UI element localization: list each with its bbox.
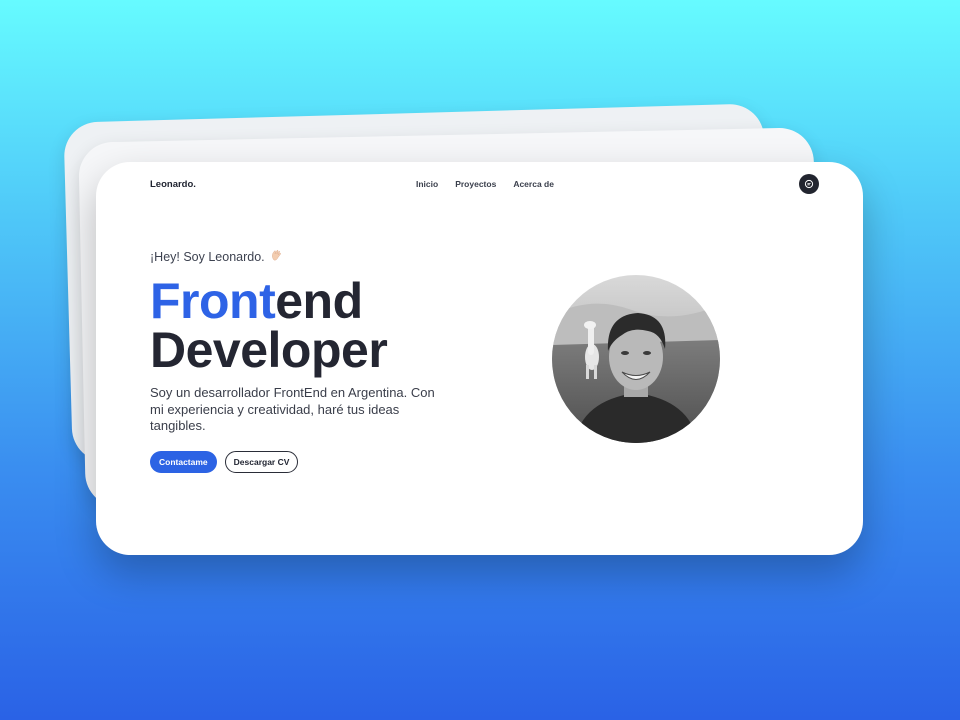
nav-link-acerca-de[interactable]: Acerca de — [513, 179, 554, 189]
nav-link-proyectos[interactable]: Proyectos — [455, 179, 496, 189]
nav-links: Inicio Proyectos Acerca de — [416, 179, 554, 189]
logo[interactable]: Leonardo. — [150, 179, 196, 190]
profile-photo — [552, 275, 720, 443]
portfolio-window: Leonardo. Inicio Proyectos Acerca de ¡He… — [96, 162, 863, 555]
headline-rest: end — [275, 273, 363, 329]
hero-section: ¡Hey! Soy Leonardo. Frontend Developer S… — [150, 248, 480, 473]
hero-description: Soy un desarrollador FrontEnd en Argenti… — [150, 385, 435, 433]
greeting: ¡Hey! Soy Leonardo. — [150, 248, 480, 265]
nav-link-inicio[interactable]: Inicio — [416, 179, 438, 189]
headline-line2: Developer — [150, 322, 388, 378]
headline-accent: Front — [150, 273, 276, 329]
navbar: Leonardo. Inicio Proyectos Acerca de — [150, 174, 819, 196]
greeting-text: ¡Hey! Soy Leonardo. — [150, 249, 265, 264]
chat-bubble-icon — [804, 179, 814, 189]
hero-buttons: Contactame Descargar CV — [150, 450, 480, 473]
contact-button[interactable]: Contactame — [150, 450, 217, 473]
chat-button[interactable] — [799, 174, 819, 194]
headline: Frontend Developer — [150, 276, 480, 378]
avatar — [552, 275, 720, 443]
wave-hand-icon — [270, 248, 284, 265]
download-cv-button[interactable]: Descargar CV — [224, 450, 299, 473]
